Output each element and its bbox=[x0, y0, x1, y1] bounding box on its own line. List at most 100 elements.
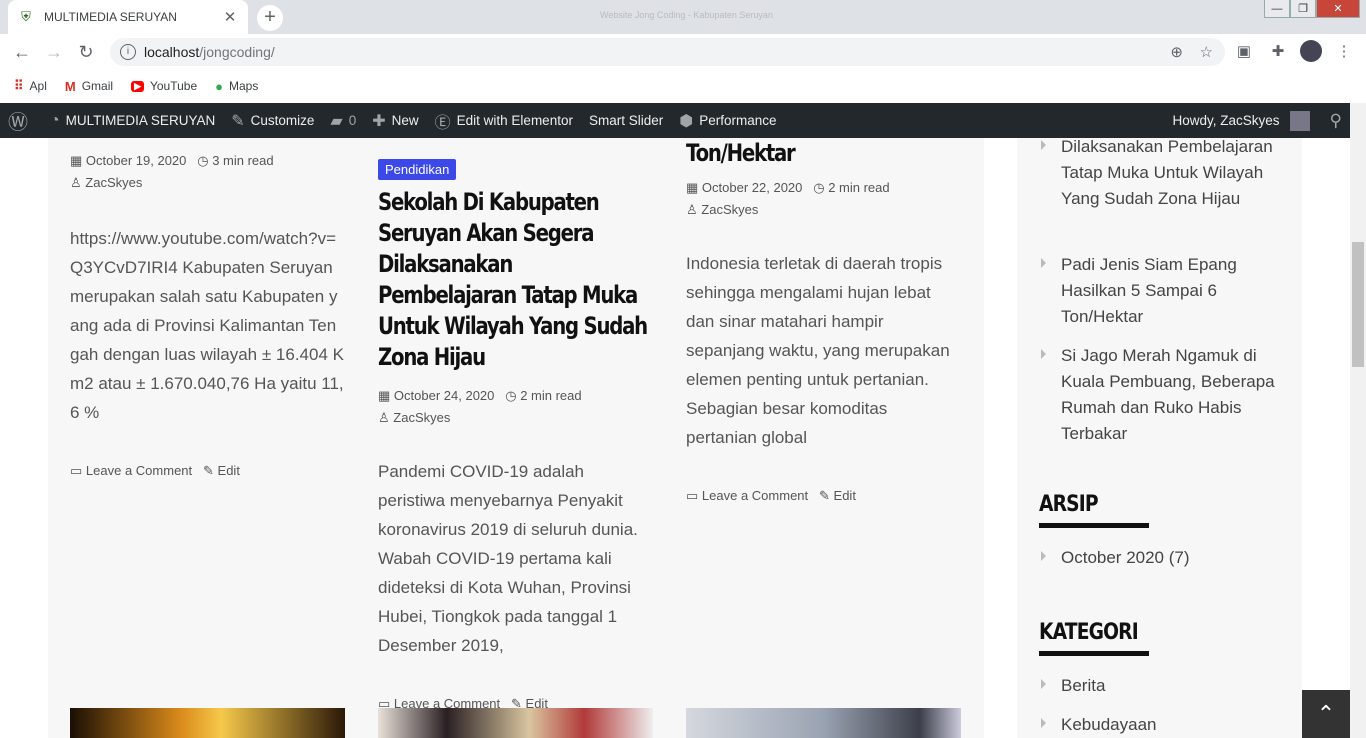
adminbar-elementor[interactable]: Ⓔ Edit with Elementor bbox=[427, 103, 581, 138]
clock-icon: ◷ bbox=[197, 153, 209, 168]
edit-link[interactable]: Edit bbox=[834, 488, 856, 503]
search-icon[interactable]: ⚲ bbox=[1330, 111, 1342, 131]
category-badge[interactable]: Pendidikan bbox=[378, 159, 457, 180]
bookmark-gmail[interactable]: M Gmail bbox=[65, 79, 113, 94]
media-icon[interactable]: ▣ bbox=[1232, 42, 1256, 60]
youtube-icon: ▶ bbox=[131, 80, 144, 92]
sidebar: Dilaksanakan Pembelajaran Tatap Muka Unt… bbox=[1017, 138, 1302, 738]
close-window-icon[interactable]: ✕ bbox=[1316, 0, 1360, 18]
edit-link[interactable]: Edit bbox=[218, 463, 240, 478]
post-date[interactable]: October 22, 2020 bbox=[702, 180, 802, 195]
post-author[interactable]: ZacSkyes bbox=[701, 202, 758, 217]
brush-icon: ✎ bbox=[231, 112, 245, 130]
post-author[interactable]: ZacSkyes bbox=[393, 410, 450, 425]
gmail-icon: M bbox=[64, 78, 76, 94]
post-card-3: Ton/Hektar ▦ October 22, 2020 ◷ 2 min re… bbox=[686, 138, 961, 504]
adminbar-site-name[interactable]: ◔ MULTIMEDIA SERUYAN bbox=[42, 103, 223, 138]
recent-post-item[interactable]: Padi Jenis Siam Epang Hasilkan 5 Sampai … bbox=[1039, 252, 1284, 330]
clock-icon: ◷ bbox=[505, 388, 517, 403]
window-controls: — ❐ ✕ bbox=[1264, 0, 1360, 18]
leave-comment-link[interactable]: Leave a Comment bbox=[86, 463, 192, 478]
apps-grid-icon: ⠿ bbox=[14, 78, 24, 93]
bookmark-star-icon[interactable]: ☆ bbox=[1200, 43, 1213, 61]
toolbar-right: ▣ ✚ ⋮ bbox=[1232, 40, 1356, 62]
address-bar[interactable]: i localhost/jongcoding/ ⊕ ☆ bbox=[110, 38, 1225, 66]
archive-widget: ARSIP October 2020 (7) bbox=[1039, 492, 1190, 571]
post-card-2: Pendidikan Sekolah Di Kabupaten Seruyan … bbox=[378, 159, 653, 712]
post-date[interactable]: October 24, 2020 bbox=[394, 388, 494, 403]
user-avatar[interactable] bbox=[1289, 110, 1310, 131]
user-icon: ♙ bbox=[378, 410, 390, 425]
minimize-icon[interactable]: — bbox=[1264, 0, 1290, 18]
scrollbar[interactable] bbox=[1350, 103, 1366, 738]
archive-item[interactable]: October 2020 (7) bbox=[1039, 545, 1190, 571]
user-icon: ♙ bbox=[70, 175, 82, 190]
leave-comment-link[interactable]: Leave a Comment bbox=[702, 488, 808, 503]
bookmark-apl[interactable]: ⠿ Apl bbox=[14, 78, 47, 94]
post-date[interactable]: October 19, 2020 bbox=[86, 153, 186, 168]
category-item[interactable]: Kebudayaan bbox=[1039, 712, 1156, 738]
restore-icon[interactable]: ❐ bbox=[1290, 0, 1316, 18]
post-excerpt: Pandemi COVID-19 adalah peristiwa menyeb… bbox=[378, 462, 638, 655]
title-underline bbox=[1039, 651, 1149, 656]
tab-title: MULTIMEDIA SERUYAN bbox=[44, 10, 177, 24]
site-info-icon[interactable]: i bbox=[120, 44, 136, 60]
forward-icon[interactable]: → bbox=[38, 42, 70, 63]
scrollbar-thumb[interactable] bbox=[1352, 242, 1364, 367]
scroll-to-top-button[interactable]: ⌃ bbox=[1302, 690, 1350, 738]
category-item[interactable]: Berita bbox=[1039, 673, 1156, 699]
category-title: KATEGORI bbox=[1039, 620, 1139, 645]
howdy-user[interactable]: Howdy, ZacSkyes bbox=[1173, 113, 1280, 128]
back-icon[interactable]: ← bbox=[6, 42, 38, 63]
read-time: 2 min read bbox=[828, 180, 890, 195]
read-time: 2 min read bbox=[520, 388, 582, 403]
recent-post-item[interactable]: Si Jago Merah Ngamuk di Kuala Pembuang, … bbox=[1039, 343, 1284, 447]
post-excerpt: https://www.youtube.com/watch?v=Q3YCvD7I… bbox=[70, 229, 344, 422]
adminbar-new[interactable]: ✚ New bbox=[364, 103, 426, 138]
reload-icon[interactable]: ↻ bbox=[70, 42, 102, 63]
post-excerpt: Indonesia terletak di daerah tropis sehi… bbox=[686, 254, 950, 447]
pencil-icon: ✎ bbox=[203, 463, 214, 478]
adminbar-account: Howdy, ZacSkyes ⚲ bbox=[1173, 103, 1342, 138]
wp-logo[interactable]: Ⓦ bbox=[0, 103, 42, 138]
browser-tab[interactable]: ⛨ MULTIMEDIA SERUYAN ✕ bbox=[8, 0, 248, 34]
browser-toolbar: ← → ↻ i localhost/jongcoding/ ⊕ ☆ ▣ ✚ ⋮ bbox=[0, 34, 1366, 70]
wp-admin-bar: Ⓦ ◔ MULTIMEDIA SERUYAN ✎ Customize ▰ 0 ✚ New… bbox=[0, 103, 1350, 138]
zoom-icon[interactable]: ⊕ bbox=[1170, 43, 1183, 61]
post-thumbnail[interactable] bbox=[70, 708, 345, 738]
clock-icon: ◷ bbox=[813, 180, 825, 195]
adminbar-smart-slider[interactable]: Smart Slider bbox=[581, 103, 671, 138]
window-title: Website Jong Coding - Kabupaten Seruyan bbox=[600, 10, 773, 20]
post-thumbnail[interactable] bbox=[378, 708, 653, 738]
post-title[interactable]: Sekolah Di Kabupaten Seruyan Akan Segera… bbox=[378, 187, 649, 373]
bookmark-maps[interactable]: ● Maps bbox=[215, 79, 258, 94]
post-title-tail[interactable]: Ton/Hektar bbox=[686, 138, 912, 169]
pencil-icon: ✎ bbox=[819, 488, 830, 503]
extensions-icon[interactable]: ✚ bbox=[1266, 42, 1290, 60]
site-favicon-icon: ⛨ bbox=[21, 9, 31, 24]
adminbar-comments[interactable]: ▰ 0 bbox=[322, 103, 364, 138]
performance-icon: ⬢ bbox=[679, 112, 694, 130]
tab-strip: ⛨ MULTIMEDIA SERUYAN ✕ + Website Jong Co… bbox=[0, 0, 1366, 34]
post-thumbnail[interactable] bbox=[686, 708, 961, 738]
plus-icon: ✚ bbox=[372, 112, 386, 130]
bookmark-youtube[interactable]: ▶ YouTube bbox=[131, 79, 197, 93]
comment-bubble-icon: ▰ bbox=[330, 112, 343, 130]
chevron-up-icon: ⌃ bbox=[1316, 701, 1336, 726]
profile-avatar[interactable] bbox=[1300, 40, 1322, 62]
calendar-icon: ▦ bbox=[378, 388, 391, 403]
dashboard-icon: ◔ bbox=[50, 111, 60, 129]
post-author[interactable]: ZacSkyes bbox=[85, 175, 142, 190]
adminbar-performance[interactable]: ⬢ Performance bbox=[671, 103, 784, 138]
comment-icon: ▭ bbox=[686, 488, 699, 503]
recent-post-partial[interactable]: Dilaksanakan Pembelajaran Tatap Muka Unt… bbox=[1039, 138, 1279, 212]
url-text[interactable]: localhost/jongcoding/ bbox=[144, 44, 275, 60]
new-tab-button[interactable]: + bbox=[257, 5, 283, 31]
close-tab-icon[interactable]: ✕ bbox=[222, 8, 238, 26]
page-content: ▦ October 19, 2020 ◷ 3 min read ♙ ZacSky… bbox=[0, 138, 1350, 738]
wordpress-icon: Ⓦ bbox=[8, 112, 28, 134]
comment-icon: ▭ bbox=[70, 463, 83, 478]
adminbar-customize[interactable]: ✎ Customize bbox=[223, 103, 322, 138]
post-card-1: ▦ October 19, 2020 ◷ 3 min read ♙ ZacSky… bbox=[70, 150, 345, 479]
menu-kebab-icon[interactable]: ⋮ bbox=[1332, 42, 1356, 60]
